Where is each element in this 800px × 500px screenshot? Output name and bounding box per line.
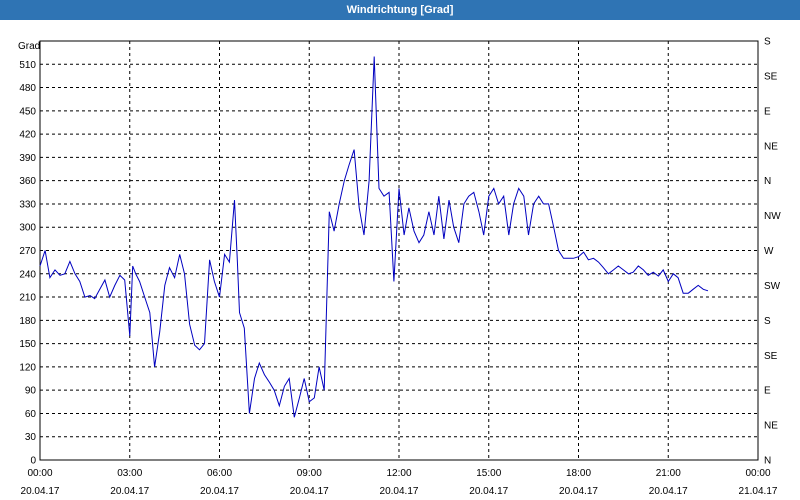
y-tick-label: 330 [19,199,36,210]
right-axis-direction-label: NW [764,211,781,222]
right-axis-direction-label: NE [764,141,778,152]
right-axis-direction-label: SE [764,351,778,362]
wind-direction-series-line [39,56,709,418]
x-tick-time-label: 12:00 [386,468,411,479]
x-tick-time-label: 03:00 [117,468,142,479]
right-axis-direction-label: SW [764,281,781,292]
axis-labels: 0 30 60 90 120 150 180 210 240 270 300 330 360 390 420… [19,37,781,498]
right-axis-direction-label: SE [764,71,778,82]
y-tick-label: 300 [19,223,36,234]
x-tick-time-label: 00:00 [745,468,770,479]
x-tick-time-label: 18:00 [566,468,591,479]
y-tick-label: 360 [19,176,36,187]
y-tick-label: 180 [19,316,36,327]
x-tick-time-label: 09:00 [297,468,322,479]
x-tick-date-label: 20.04.17 [290,486,329,497]
y-axis-unit-label: Grad [18,41,40,52]
right-axis-direction-label: E [764,106,771,117]
y-tick-label: 30 [25,432,37,443]
x-tick-time-label: 15:00 [476,468,501,479]
x-tick-date-label: 20.04.17 [559,486,598,497]
y-tick-label: 480 [19,83,36,94]
x-tick-date-label: 20.04.17 [110,486,149,497]
x-tick-time-label: 06:00 [207,468,232,479]
y-tick-label: 90 [25,386,37,397]
right-axis-direction-label: N [764,456,771,467]
x-tick-date-label: 21.04.17 [739,486,778,497]
x-tick-date-label: 20.04.17 [649,486,688,497]
y-tick-label: 150 [19,339,36,350]
chart-title: Windrichtung [Grad] [0,0,800,20]
y-tick-label: 0 [30,456,36,467]
right-axis-direction-label: E [764,386,771,397]
grid-lines [40,41,758,460]
x-tick-time-label: 21:00 [656,468,681,479]
right-axis-direction-label: S [764,37,771,48]
y-tick-label: 510 [19,60,36,71]
y-tick-label: 270 [19,246,36,257]
y-tick-label: 240 [19,269,36,280]
wind-direction-chart: 0 30 60 90 120 150 180 210 240 270 300 330 360 390 420… [18,37,781,498]
right-axis-direction-label: N [764,176,771,187]
x-tick-time-label: 00:00 [27,468,52,479]
right-axis-direction-label: NE [764,421,778,432]
y-tick-label: 120 [19,362,36,373]
x-tick-date-label: 20.04.17 [380,486,419,497]
x-tick-date-label: 20.04.17 [469,486,508,497]
right-axis-direction-label: S [764,316,771,327]
y-tick-label: 210 [19,293,36,304]
y-tick-label: 60 [25,409,37,420]
x-tick-date-label: 20.04.17 [21,486,60,497]
x-tick-date-label: 20.04.17 [200,486,239,497]
y-tick-label: 450 [19,106,36,117]
right-axis-direction-label: W [764,246,774,257]
y-tick-label: 390 [19,153,36,164]
y-tick-label: 420 [19,130,36,141]
